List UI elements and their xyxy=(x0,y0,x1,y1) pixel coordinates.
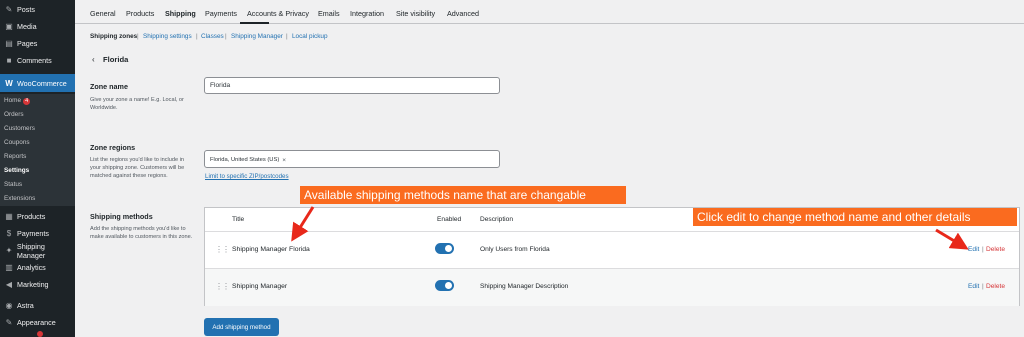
annotation-arrows xyxy=(291,206,969,250)
arrow-to-method-title xyxy=(291,206,315,242)
arrow-to-edit-link xyxy=(935,228,969,250)
